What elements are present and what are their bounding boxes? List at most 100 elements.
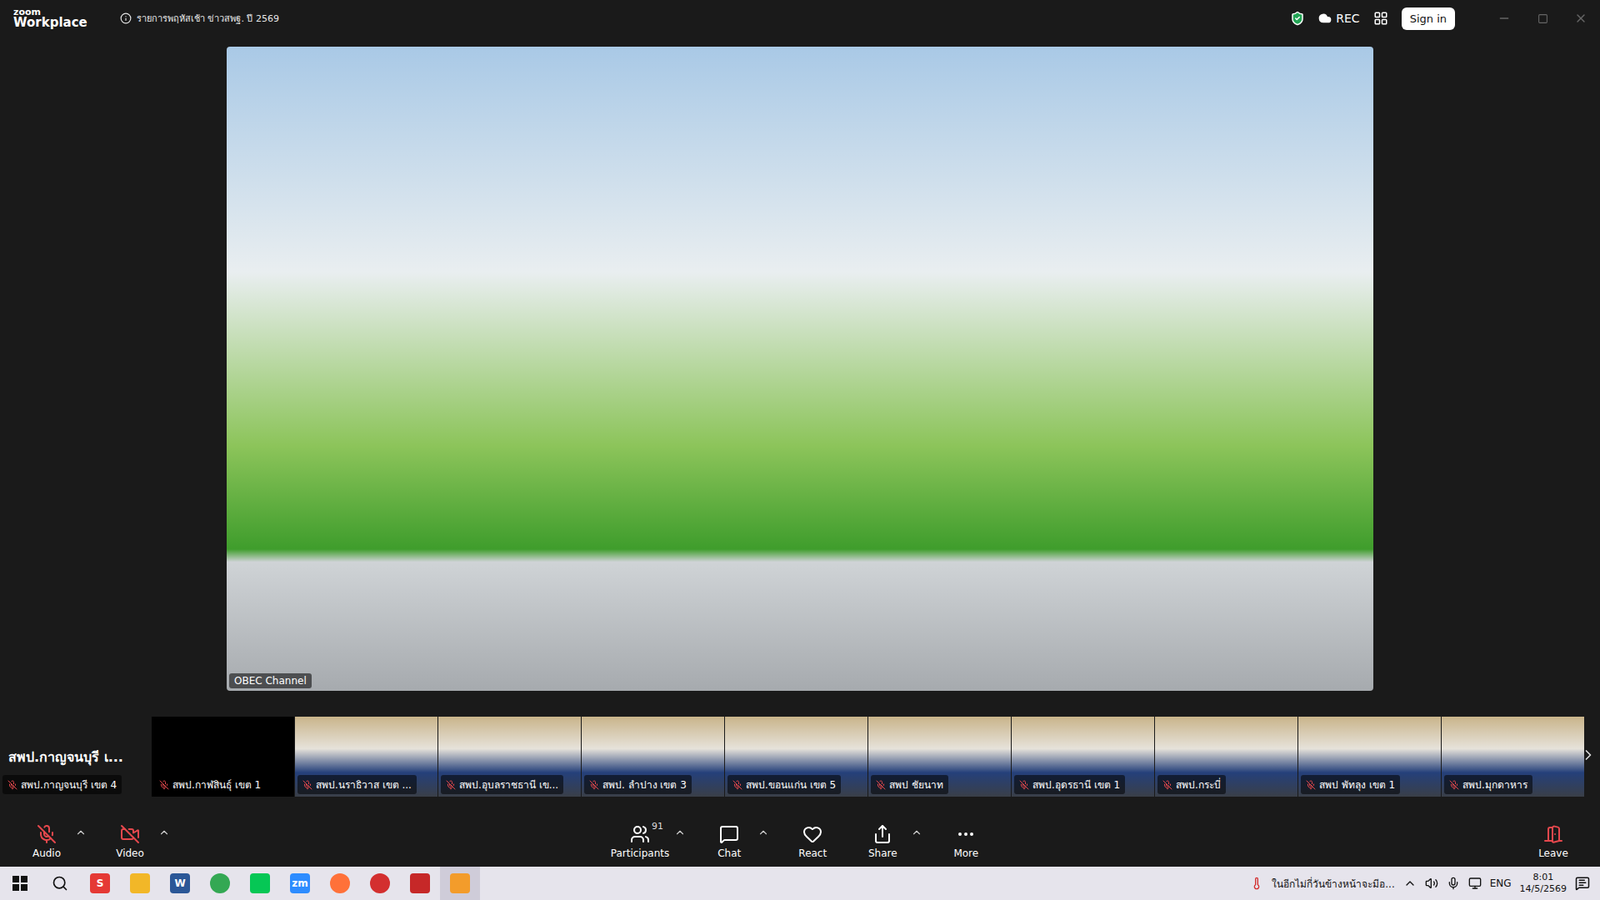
close-button[interactable] bbox=[1561, 0, 1600, 37]
video-button[interactable]: Video bbox=[103, 822, 157, 861]
taskbar-app[interactable]: S bbox=[80, 866, 120, 900]
participant-tile[interactable]: สพป.กาฬสินธุ์ เขต 1 bbox=[151, 716, 295, 797]
participant-name: สพป.นราธิวาส เขต ... bbox=[297, 775, 417, 795]
record-icon bbox=[370, 873, 390, 894]
mic-off-icon bbox=[159, 780, 170, 790]
letter-icon: S bbox=[90, 873, 110, 894]
participant-count: 91 bbox=[651, 820, 664, 832]
shield-icon[interactable] bbox=[1290, 10, 1305, 26]
search-button[interactable] bbox=[40, 866, 80, 900]
maximize-button[interactable] bbox=[1523, 0, 1562, 37]
more-icon bbox=[955, 824, 976, 845]
sign-in-button[interactable]: Sign in bbox=[1401, 7, 1455, 30]
chrome-icon bbox=[210, 873, 230, 894]
acrobat-icon bbox=[410, 873, 430, 894]
menu-caret[interactable] bbox=[910, 822, 923, 842]
participants-button[interactable]: 91Participants bbox=[607, 822, 674, 861]
logo-brand: zoom bbox=[13, 7, 97, 17]
meeting-toolbar: Audio Video 91Participants Chat React Share Mo… bbox=[0, 816, 1600, 867]
taskbar-app[interactable] bbox=[320, 866, 360, 900]
chevron-up-icon bbox=[757, 826, 770, 839]
toolbar-item: Share bbox=[855, 822, 923, 861]
taskbar-app[interactable] bbox=[360, 866, 400, 900]
participant-name: สพป. ลำปาง เขต 3 bbox=[584, 775, 692, 795]
participant-tile[interactable]: สพป.กระบี่ bbox=[1155, 716, 1298, 797]
menu-caret[interactable] bbox=[757, 822, 770, 842]
participant-name: สพป.กาฬสินธุ์ เขต 1 bbox=[154, 775, 266, 795]
toolbar-item: 91Participants bbox=[607, 822, 687, 861]
heart-icon bbox=[802, 824, 823, 845]
mic-off-icon bbox=[1449, 780, 1460, 790]
participant-tile[interactable]: สพป ชัยนาท bbox=[868, 716, 1011, 797]
participant-name: สพป.กระบี่ bbox=[1157, 775, 1226, 795]
firefox-icon bbox=[330, 873, 350, 894]
meeting-title[interactable]: รายการพฤหัสเช้า ข่าวสพฐ. ปี 2569 bbox=[120, 10, 1280, 26]
mic-off-icon bbox=[7, 780, 18, 790]
participant-name: สพป.มุกดาหาร bbox=[1444, 775, 1533, 795]
clock[interactable]: 8:0114/5/2569 bbox=[1520, 871, 1567, 896]
participant-tile[interactable]: สพป.มุกดาหาร bbox=[1441, 716, 1585, 797]
maximize-icon bbox=[1537, 13, 1549, 25]
windows-logo-icon bbox=[11, 875, 29, 892]
participant-tile[interactable]: สพป. ลำปาง เขต 3 bbox=[581, 716, 725, 797]
video-off-icon bbox=[120, 824, 140, 845]
menu-caret[interactable] bbox=[75, 822, 87, 842]
taskbar-app[interactable] bbox=[400, 866, 440, 900]
next-page-button[interactable] bbox=[1580, 746, 1597, 767]
mic-icon[interactable] bbox=[1446, 876, 1460, 890]
news-ticker[interactable]: ในอีกไม่กี่วันข้างหน้าจะมีอ... bbox=[1271, 875, 1395, 892]
taskbar-app[interactable] bbox=[440, 866, 480, 900]
mic-off-icon bbox=[1305, 780, 1316, 790]
chat-button[interactable]: Chat bbox=[702, 822, 756, 861]
active-speaker[interactable]: สพป.กาญจนบุรี เ...สพป.กาญจนบุรี เขต 4 bbox=[0, 716, 152, 797]
rec-indicator[interactable]: REC bbox=[1318, 11, 1360, 25]
minimize-icon bbox=[1497, 11, 1511, 25]
mic-off-icon bbox=[302, 780, 313, 790]
minimize-button[interactable] bbox=[1485, 0, 1524, 37]
participant-tile[interactable]: สพป.อุดรธานี เขต 1 bbox=[1011, 716, 1155, 797]
taskbar-app[interactable] bbox=[200, 866, 240, 900]
participant-tile[interactable]: สพป.นราธิวาส เขต ... bbox=[295, 716, 438, 797]
search-icon bbox=[51, 875, 69, 892]
chevron-right-icon bbox=[1580, 746, 1597, 764]
participant-name: สพป ชัยนาท bbox=[870, 775, 949, 795]
menu-caret[interactable] bbox=[158, 822, 170, 842]
taskbar-app[interactable]: zm bbox=[280, 866, 320, 900]
audio-button[interactable]: Audio bbox=[20, 822, 74, 861]
chevron-up-icon bbox=[674, 826, 686, 839]
close-icon bbox=[1574, 11, 1588, 25]
speaker-name: สพป.กาญจนบุรี เ... bbox=[8, 746, 152, 768]
more-button[interactable]: More bbox=[939, 822, 993, 861]
toolbar-item: Video bbox=[103, 822, 170, 861]
tray-overflow-icon[interactable] bbox=[1403, 876, 1417, 890]
main-video[interactable]: OBEC Channel bbox=[226, 46, 1374, 691]
language-indicator[interactable]: ENG bbox=[1490, 877, 1512, 890]
volume-icon[interactable] bbox=[1425, 876, 1439, 890]
toolbar-right: Leave bbox=[992, 822, 1580, 861]
participant-tile[interactable]: สพป.อุบลราชธานี เข... bbox=[438, 716, 581, 797]
toolbar-center: 91Participants Chat React Share More bbox=[607, 822, 994, 861]
info-icon[interactable] bbox=[120, 12, 132, 25]
participant-name: สพป.ขอนแก่น เขต 5 bbox=[727, 775, 841, 795]
chevron-up-icon bbox=[158, 826, 170, 839]
toolbar-item: Chat bbox=[702, 822, 770, 861]
participant-tile[interactable]: สพป พัทลุง เขต 1 bbox=[1298, 716, 1441, 797]
leave-button[interactable]: Leave bbox=[1526, 822, 1580, 861]
chevron-up-icon bbox=[910, 826, 923, 839]
taskbar-app[interactable] bbox=[120, 866, 160, 900]
mic-off-icon bbox=[732, 780, 743, 790]
line-icon bbox=[250, 873, 270, 894]
chevron-up-icon bbox=[75, 826, 87, 839]
start-button[interactable] bbox=[0, 866, 40, 900]
taskbar-app[interactable]: W bbox=[160, 866, 200, 900]
network-icon[interactable] bbox=[1468, 876, 1482, 890]
menu-caret[interactable] bbox=[674, 822, 686, 842]
chat-icon bbox=[719, 824, 740, 845]
gallery-strip: สพป.กาญจนบุรี เ...สพป.กาญจนบุรี เขต 4สพป… bbox=[0, 716, 1600, 797]
react-button[interactable]: React bbox=[785, 822, 840, 861]
apps-grid-icon[interactable] bbox=[1373, 10, 1389, 26]
share-button[interactable]: Share bbox=[855, 822, 910, 861]
notifications-icon[interactable] bbox=[1575, 875, 1590, 891]
participant-tile[interactable]: สพป.ขอนแก่น เขต 5 bbox=[725, 716, 868, 797]
taskbar-app[interactable] bbox=[240, 866, 280, 900]
